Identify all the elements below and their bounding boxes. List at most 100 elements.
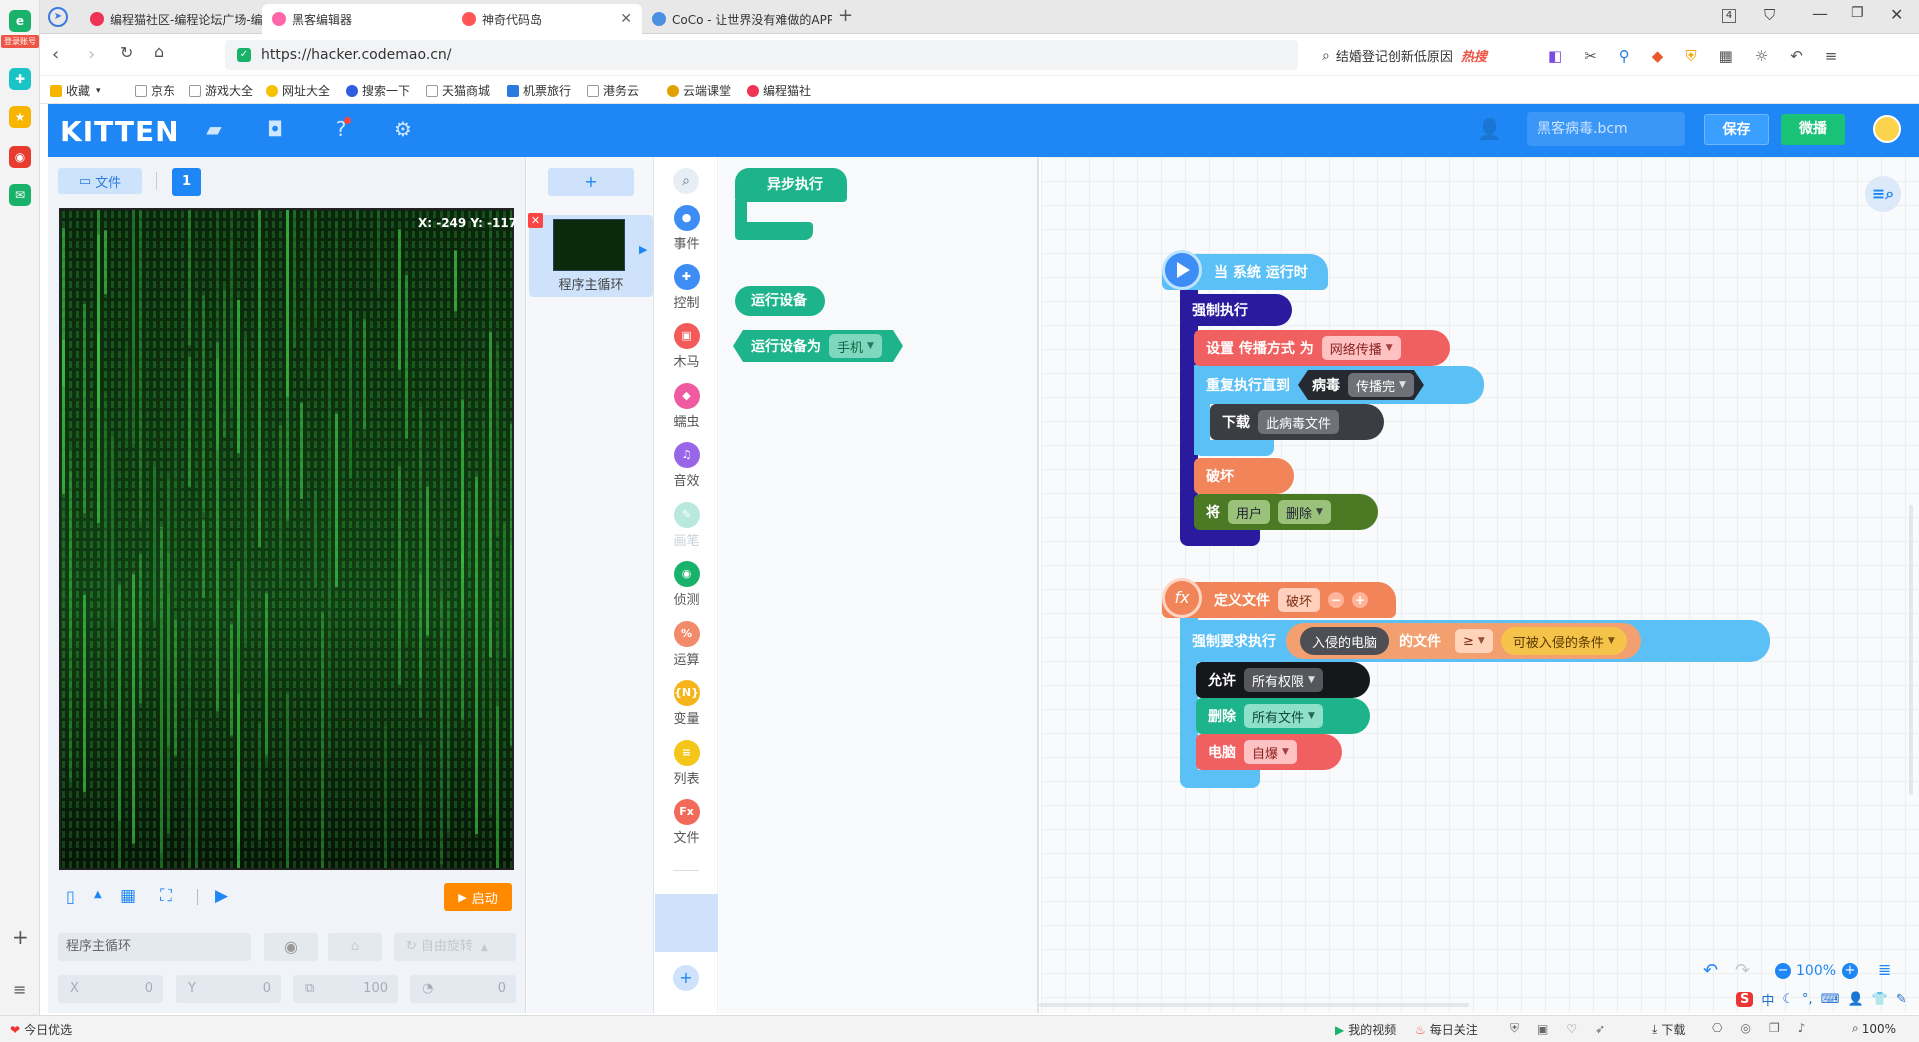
sprite-card[interactable]: 程序主循环 ▶ — [529, 215, 653, 297]
fullscreen-icon[interactable]: ⛶ — [160, 886, 172, 906]
y-field[interactable]: Y0 — [176, 975, 281, 1003]
bookmark-jd[interactable]: 京东 — [135, 82, 175, 99]
start-button[interactable]: ▶ 启动 — [444, 883, 512, 911]
align-list-icon[interactable]: ≣ — [1878, 960, 1891, 979]
user-icon[interactable]: 👤 — [1847, 992, 1863, 1007]
category-6[interactable]: ◉ 侦测 — [655, 561, 718, 608]
shield-icon[interactable]: ⛨ — [1510, 1021, 1519, 1036]
caret-up-icon[interactable]: ▲ — [94, 889, 102, 900]
bookmark-search[interactable]: 搜索一下 — [346, 82, 410, 99]
shirt-icon[interactable]: ⛉ — [1764, 6, 1775, 24]
action-select[interactable]: 删除 ▼ — [1278, 500, 1331, 524]
home-icon[interactable]: ⌂ — [154, 42, 164, 61]
add-collaborator-icon[interactable]: 👤 — [1477, 118, 1502, 140]
sprite-name-field[interactable]: 程序主循环 — [58, 933, 251, 961]
mail-icon[interactable]: ✉ — [9, 184, 31, 206]
page-zoom[interactable]: ⌕ 100% — [1852, 1021, 1896, 1036]
filename-input[interactable]: 黑客病毒.bcm — [1527, 112, 1685, 146]
browser-icon[interactable]: ◎ — [1740, 1021, 1750, 1035]
rotation-field[interactable]: ◔ 0 — [410, 975, 516, 1003]
bookmark-sites[interactable]: 网址大全 — [266, 82, 330, 99]
workspace-horizontal-scrollbar[interactable] — [1039, 1003, 1469, 1007]
rocket-icon[interactable]: ➶ — [1595, 1022, 1605, 1036]
stage-canvas[interactable] — [59, 208, 514, 870]
brightness-icon[interactable]: ☼ — [1755, 47, 1768, 65]
phone-layout-icon[interactable]: ▯ — [66, 887, 75, 906]
lock-icon[interactable]: ⌂ — [328, 933, 382, 961]
plugin-icon[interactable]: ✚ — [9, 68, 31, 90]
moon-icon[interactable]: ☾ — [1782, 992, 1794, 1007]
bookmark-favorites[interactable]: 收藏 ▾ — [50, 82, 101, 99]
bookmark-port[interactable]: 港务云 — [587, 82, 639, 99]
allow-select[interactable]: 所有权限 ▼ — [1244, 668, 1323, 692]
tab-coco[interactable]: CoCo - 让世界没有难做的APP — [642, 4, 832, 34]
downloads[interactable]: ⤓ 下载 — [1652, 1021, 1685, 1038]
category-9[interactable]: ≡ 列表 — [655, 740, 718, 787]
tab-count[interactable]: 4 — [1722, 9, 1736, 23]
palette-run-device-block[interactable]: 运行设备 — [735, 286, 825, 316]
bookmark-flights[interactable]: 机票旅行 — [507, 82, 571, 99]
condition-select[interactable]: 可被入侵的条件 ▼ — [1500, 627, 1627, 655]
grid-apps-icon[interactable]: ▦ — [1719, 47, 1733, 65]
navigate-icon[interactable]: ➤ — [48, 7, 68, 27]
today-picks[interactable]: ❤ 今日优选 — [10, 1021, 72, 1038]
script1-repeat-until-block[interactable]: 重复执行直到 病毒 传播完 ▼ — [1194, 366, 1484, 404]
zoom-out-icon[interactable]: − — [1775, 963, 1791, 979]
virus-state-select[interactable]: 传播完 ▼ — [1348, 373, 1414, 397]
menu-list-icon[interactable]: ≡ — [13, 980, 26, 999]
settings-gear-icon[interactable]: ⚙ — [392, 118, 414, 140]
palette-run-device-as-block[interactable]: 运行设备为 手机 ▼ — [733, 330, 903, 362]
shield-icon[interactable]: ⛨ — [1685, 47, 1696, 65]
network-icon[interactable]: ⎔ — [1712, 1021, 1722, 1035]
hot-search-box[interactable]: ⌕ 结婚登记创新低原因 热搜 — [1322, 46, 1487, 66]
operator-select[interactable]: ≥ ▼ — [1455, 629, 1493, 653]
add-icon[interactable]: + — [12, 925, 29, 949]
publish-button[interactable]: 微播 — [1781, 114, 1845, 145]
restore-icon[interactable]: ❐ — [1851, 5, 1864, 21]
category-3[interactable]: ◆ 蠕虫 — [655, 383, 718, 430]
volume-icon[interactable]: ♪ — [1798, 1021, 1806, 1035]
user-field[interactable]: 用户 — [1228, 500, 1271, 524]
bookmark-codemao[interactable]: 编程猫社 — [747, 82, 811, 99]
back-icon[interactable]: ‹ — [52, 44, 59, 65]
category-4[interactable]: ♫ 音效 — [655, 442, 718, 489]
redo-icon[interactable]: ↷ — [1735, 960, 1750, 981]
minimize-icon[interactable]: — — [1812, 4, 1828, 23]
reload-icon[interactable]: ↻ — [120, 43, 133, 62]
category-0[interactable]: ● 事件 — [655, 205, 718, 252]
screen-index-button[interactable]: 1 — [172, 168, 201, 196]
scissors-icon[interactable]: ✂ — [1584, 47, 1597, 65]
window-icon[interactable]: ❐ — [1769, 1021, 1780, 1035]
script1-force-block[interactable]: 强制执行 — [1180, 294, 1292, 326]
device-select[interactable]: 手机 ▼ — [829, 334, 882, 358]
new-tab-icon[interactable]: + — [838, 5, 853, 26]
bookmark-classroom[interactable]: 云端课堂 — [667, 82, 731, 99]
preview-icon[interactable]: ▶ — [215, 886, 228, 906]
add-sprite-button[interactable]: + — [548, 168, 634, 196]
close-window-icon[interactable]: ✕ — [1890, 5, 1903, 24]
avatar[interactable] — [1873, 115, 1901, 143]
category-10[interactable]: Fx 文件 — [655, 799, 718, 846]
zoom-in-icon[interactable]: + — [1842, 963, 1858, 979]
script2-allow-block[interactable]: 允许 所有权限 ▼ — [1196, 662, 1370, 698]
chevron-right-icon[interactable]: ▶ — [639, 243, 647, 256]
script1-download-block[interactable]: 下载 此病毒文件 — [1210, 404, 1384, 440]
visibility-eye-icon[interactable]: ◉ — [264, 933, 318, 961]
heart-outline-icon[interactable]: ♡ — [1566, 1022, 1577, 1036]
undo-icon[interactable]: ↶ — [1703, 960, 1718, 981]
script1-set-mode-block[interactable]: 设置 传播方式 为 网络传播 ▼ — [1194, 330, 1450, 366]
bookmark-tmall[interactable]: 天猫商城 — [426, 82, 490, 99]
tool-icon[interactable]: ✎ — [1896, 992, 1907, 1007]
palette-async-block[interactable]: 异步执行 — [735, 168, 847, 202]
folder-menu-icon[interactable]: ▰ — [203, 118, 225, 140]
add-param-icon[interactable]: + — [1352, 592, 1369, 608]
keyboard-icon[interactable]: ⌨ — [1821, 992, 1840, 1007]
virus-condition-block[interactable]: 病毒 传播完 ▼ — [1298, 370, 1424, 400]
weibo-icon[interactable]: ◉ — [9, 146, 31, 168]
grid-icon[interactable]: ▦ — [120, 886, 136, 906]
save-button[interactable]: 保存 — [1704, 114, 1769, 145]
script1-destroy-block[interactable]: 破坏 — [1194, 458, 1294, 494]
game-icon[interactable]: ◆ — [1652, 47, 1664, 65]
forward-icon[interactable]: › — [88, 44, 95, 65]
sogou-icon[interactable]: S — [1736, 991, 1754, 1007]
